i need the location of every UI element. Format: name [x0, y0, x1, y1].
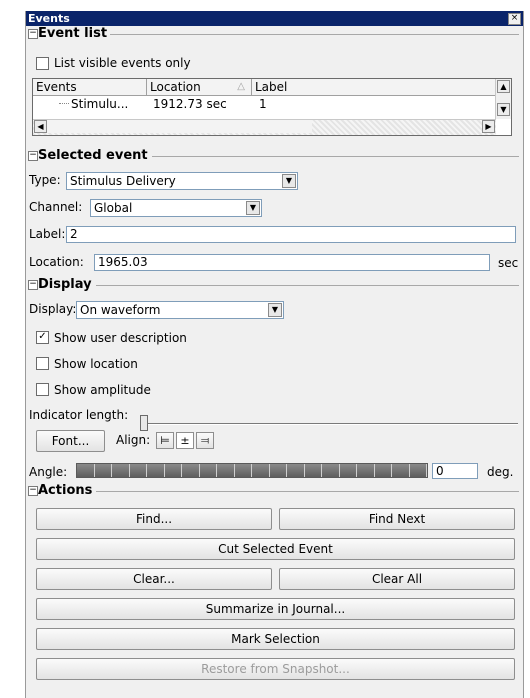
- collapse-icon[interactable]: −: [28, 280, 38, 290]
- show-location-checkbox[interactable]: [36, 357, 49, 370]
- location-input[interactable]: 1965.03: [94, 254, 490, 271]
- location-unit: sec: [498, 256, 519, 270]
- indicator-length-track[interactable]: [143, 423, 518, 425]
- summarize-in-journal-button[interactable]: Summarize in Journal...: [36, 598, 515, 620]
- scroll-right-icon[interactable]: ▶: [482, 120, 495, 133]
- channel-select-value: Global: [94, 201, 133, 215]
- row-event: Stimulu...: [71, 97, 129, 111]
- section-actions[interactable]: − Actions: [26, 483, 523, 499]
- section-event-list[interactable]: − Event list: [26, 26, 523, 42]
- section-divider: [110, 34, 519, 35]
- angle-slider[interactable]: [76, 463, 428, 478]
- scroll-thumb[interactable]: [47, 120, 312, 133]
- column-header-label[interactable]: Label: [252, 79, 498, 96]
- column-header-location[interactable]: Location △: [147, 79, 252, 96]
- align-left-icon[interactable]: ⊨: [156, 432, 174, 449]
- row-label: 1: [259, 97, 267, 111]
- type-label: Type:: [29, 173, 61, 187]
- vertical-scrollbar[interactable]: ▲ ▼: [495, 79, 511, 119]
- find-button[interactable]: Find...: [36, 508, 272, 530]
- section-title-actions: Actions: [38, 483, 93, 498]
- channel-label: Channel:: [29, 200, 83, 214]
- list-visible-only-checkbox[interactable]: [36, 57, 49, 70]
- display-label: Display:: [29, 302, 77, 316]
- collapse-icon[interactable]: −: [28, 29, 38, 39]
- chevron-down-icon[interactable]: ▼: [268, 303, 282, 317]
- show-location-label: Show location: [54, 357, 138, 371]
- align-right-icon[interactable]: ⫤: [196, 432, 214, 449]
- table-row[interactable]: Stimulu... 1912.73 sec 1: [33, 96, 498, 112]
- scroll-up-icon[interactable]: ▲: [497, 80, 510, 93]
- title-bar: Events ×: [26, 11, 523, 26]
- show-user-description-checkbox[interactable]: ✓: [36, 331, 49, 344]
- list-visible-only-label: List visible events only: [54, 56, 191, 70]
- chevron-down-icon[interactable]: ▼: [246, 201, 260, 215]
- show-amplitude-checkbox[interactable]: [36, 383, 49, 396]
- align-center-icon[interactable]: ±: [176, 432, 194, 449]
- align-label: Align:: [116, 433, 151, 447]
- show-amplitude-label: Show amplitude: [54, 383, 151, 397]
- tree-connector-icon: [59, 103, 69, 104]
- events-table[interactable]: Events Location △ Label Stimulu... 1912.…: [32, 78, 512, 136]
- label-field-label: Label:: [29, 227, 66, 241]
- find-next-button[interactable]: Find Next: [279, 508, 515, 530]
- indicator-length-thumb[interactable]: [140, 415, 148, 431]
- section-title-display: Display: [38, 277, 92, 292]
- section-display[interactable]: − Display: [26, 277, 523, 293]
- mark-selection-button[interactable]: Mark Selection: [36, 628, 515, 650]
- section-title-selected-event: Selected event: [38, 148, 148, 163]
- scroll-left-icon[interactable]: ◀: [34, 120, 47, 133]
- scroll-down-icon[interactable]: ▼: [497, 103, 510, 116]
- chevron-down-icon[interactable]: ▼: [282, 174, 296, 188]
- show-user-description-label: Show user description: [54, 331, 187, 345]
- clear-button[interactable]: Clear...: [36, 568, 272, 590]
- channel-select[interactable]: Global ▼: [90, 199, 262, 217]
- clear-all-button[interactable]: Clear All: [279, 568, 515, 590]
- horizontal-scrollbar[interactable]: ◀ ▶: [33, 119, 496, 135]
- section-divider: [96, 491, 519, 492]
- close-icon[interactable]: ×: [508, 13, 521, 25]
- angle-input[interactable]: 0: [432, 463, 478, 479]
- label-input[interactable]: 2: [66, 226, 516, 243]
- location-label: Location:: [29, 255, 84, 269]
- section-title-event-list: Event list: [38, 26, 108, 41]
- angle-label: Angle:: [29, 465, 68, 479]
- section-divider: [96, 285, 519, 286]
- indicator-length-label: Indicator length:: [29, 408, 129, 422]
- collapse-icon[interactable]: −: [28, 151, 38, 161]
- angle-unit: deg.: [487, 465, 514, 479]
- section-selected-event[interactable]: − Selected event: [26, 148, 523, 164]
- font-button[interactable]: Font...: [36, 430, 105, 452]
- type-select-value: Stimulus Delivery: [70, 174, 176, 188]
- column-header-location-label: Location: [150, 80, 201, 94]
- sort-ascending-icon: △: [237, 81, 245, 92]
- events-panel: Events × − Event list List visible event…: [25, 11, 524, 698]
- window-title: Events: [28, 12, 70, 25]
- restore-from-snapshot-button[interactable]: Restore from Snapshot...: [36, 658, 515, 680]
- display-select[interactable]: On waveform ▼: [76, 301, 284, 319]
- collapse-icon[interactable]: −: [28, 486, 38, 496]
- cut-selected-event-button[interactable]: Cut Selected Event: [36, 538, 515, 560]
- display-select-value: On waveform: [80, 303, 161, 317]
- row-location: 1912.73 sec: [153, 97, 227, 111]
- column-header-events[interactable]: Events: [33, 79, 147, 96]
- type-select[interactable]: Stimulus Delivery ▼: [66, 172, 298, 190]
- section-divider: [152, 156, 519, 157]
